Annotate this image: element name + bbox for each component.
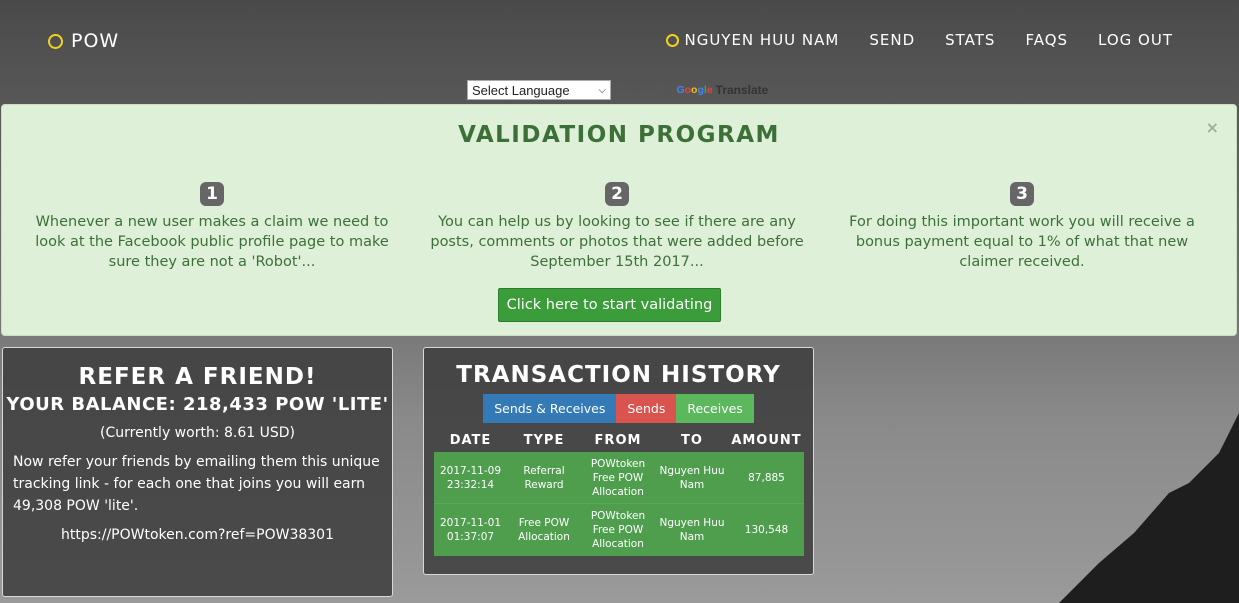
- transaction-filter-tabs: Sends & Receives Sends Receives: [424, 394, 813, 423]
- nav-user[interactable]: NGUYEN HUU NAM: [666, 31, 839, 49]
- validation-program-banner: VALIDATION PROGRAM × 1 Whenever a new us…: [1, 104, 1237, 336]
- top-navbar: POW NGUYEN HUU NAM SEND STATS FAQS LOG O…: [0, 0, 1239, 80]
- table-row[interactable]: 2017-11-01 01:37:07 Free POW Allocation …: [434, 504, 804, 556]
- cell-from: POWtoken Free POW Allocation: [590, 510, 646, 550]
- validation-step: 1 Whenever a new user makes a claim we n…: [22, 182, 402, 272]
- language-select[interactable]: Select Language ⌵: [467, 80, 611, 100]
- balance-display: YOUR BALANCE: 218,433 POW 'LITE': [6, 394, 389, 415]
- cell-amount: 87,885: [748, 471, 785, 484]
- table-header: DATE TYPE FROM TO AMOUNT: [434, 433, 806, 448]
- step-number-badge: 2: [605, 182, 629, 206]
- google-translate-widget: Select Language ⌵ Powered by Google Tran…: [467, 80, 768, 100]
- step-number-badge: 1: [200, 182, 224, 206]
- balance-worth: (Currently worth: 8.61 USD): [100, 425, 295, 441]
- transaction-title: TRANSACTION HISTORY: [456, 362, 781, 388]
- language-select-value: Select Language: [472, 82, 570, 98]
- cell-amount: 130,548: [744, 524, 789, 536]
- nav-logout[interactable]: LOG OUT: [1098, 31, 1173, 49]
- nav-menu: NGUYEN HUU NAM SEND STATS FAQS LOG OUT: [636, 31, 1173, 49]
- column-header-type: TYPE: [523, 433, 565, 448]
- chevron-down-icon: ⌵: [598, 84, 606, 96]
- validation-step: 2 You can help us by looking to see if t…: [427, 182, 807, 272]
- refer-friend-panel: REFER A FRIEND! YOUR BALANCE: 218,433 PO…: [2, 347, 393, 597]
- column-header-to: TO: [681, 433, 703, 448]
- tab-sends-and-receives[interactable]: Sends & Receives: [483, 394, 617, 423]
- tab-sends[interactable]: Sends: [616, 394, 677, 423]
- validation-steps: 1 Whenever a new user makes a claim we n…: [22, 182, 1212, 272]
- pow-ring-icon: [48, 33, 63, 49]
- brand-name: POW: [71, 30, 120, 52]
- start-validating-button[interactable]: Click here to start validating: [498, 288, 721, 322]
- step-text: For doing this important work you will r…: [849, 214, 1195, 270]
- step-number-badge: 3: [1010, 182, 1034, 206]
- column-header-date: DATE: [449, 433, 492, 448]
- background-mountain: [1059, 413, 1239, 603]
- translate-label[interactable]: Translate: [716, 83, 769, 97]
- refer-title: REFER A FRIEND!: [78, 364, 317, 390]
- cell-to: Nguyen Huu Nam: [659, 464, 725, 491]
- validation-step: 3 For doing this important work you will…: [832, 182, 1212, 272]
- step-text: Whenever a new user makes a claim we nee…: [35, 214, 389, 270]
- user-ring-icon: [666, 33, 680, 47]
- nav-stats[interactable]: STATS: [945, 31, 995, 49]
- cell-from: POWtoken Free POW Allocation: [590, 457, 646, 498]
- cell-to: Nguyen Huu Nam: [659, 517, 725, 543]
- column-header-from: FROM: [594, 433, 642, 448]
- cell-type: Referral Reward: [523, 464, 565, 491]
- transaction-history-panel: TRANSACTION HISTORY Sends & Receives Sen…: [423, 347, 814, 575]
- cell-type: Free POW Allocation: [518, 517, 570, 543]
- powered-by-label: Powered by: [617, 84, 673, 96]
- refer-description: Now refer your friends by emailing them …: [13, 454, 380, 514]
- nav-faqs[interactable]: FAQS: [1025, 31, 1068, 49]
- brand-logo[interactable]: POW: [48, 30, 119, 52]
- cell-date: 2017-11-01 01:37:07: [439, 517, 502, 543]
- google-logo[interactable]: Google: [676, 84, 712, 96]
- cell-date: 2017-11-09 23:32:14: [439, 464, 502, 491]
- close-icon[interactable]: ×: [1206, 118, 1219, 137]
- referral-link[interactable]: https://POWtoken.com?ref=POW38301: [3, 527, 392, 543]
- nav-user-label: NGUYEN HUU NAM: [684, 31, 840, 49]
- column-header-amount: AMOUNT: [731, 433, 802, 448]
- step-text: You can help us by looking to see if the…: [430, 214, 804, 270]
- table-row[interactable]: 2017-11-09 23:32:14 Referral Reward POWt…: [434, 452, 804, 504]
- tab-receives[interactable]: Receives: [676, 394, 754, 423]
- transaction-table-body: 2017-11-09 23:32:14 Referral Reward POWt…: [434, 452, 804, 556]
- validation-title: VALIDATION PROGRAM: [458, 122, 780, 148]
- nav-send[interactable]: SEND: [869, 31, 915, 49]
